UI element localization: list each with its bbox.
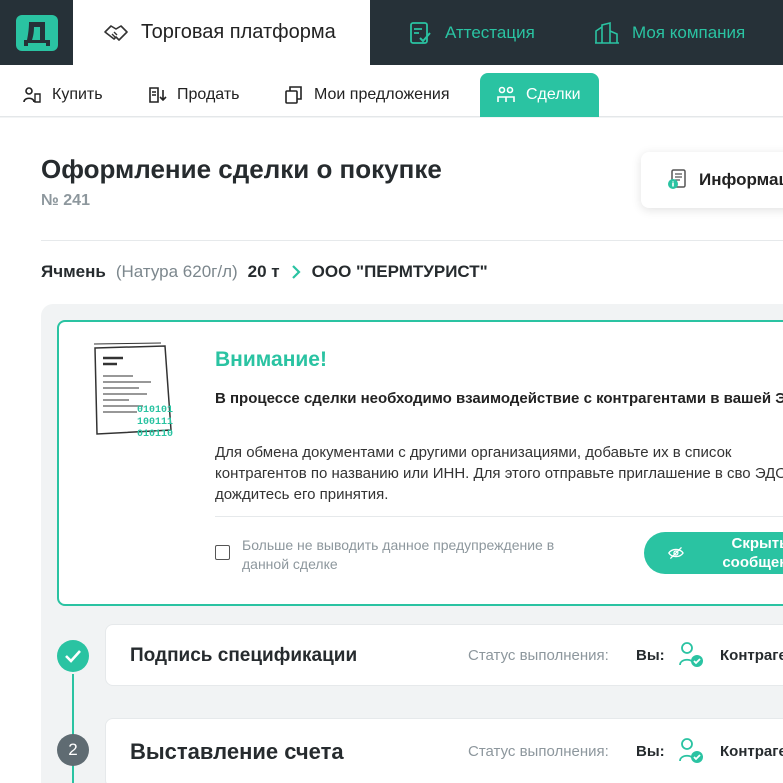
edo-warning-card: 010101 100111 010110 Внимание! В процесс…: [57, 320, 783, 606]
divider: [215, 516, 783, 517]
step-card[interactable]: Подпись спецификации Статус выполнения: …: [105, 624, 783, 686]
tab-label: Моя компания: [632, 22, 746, 42]
sell-icon: [149, 87, 167, 103]
step-number-badge: 2: [57, 734, 89, 766]
step-done-indicator: [57, 640, 89, 672]
step-title: Подпись спецификации: [130, 645, 358, 666]
user-check-icon: [679, 642, 703, 667]
product-spec: (Натура 620г/л): [115, 262, 238, 281]
app-logo[interactable]: [0, 0, 73, 65]
info-button-label: Информац: [699, 170, 783, 189]
document-illustration-icon: 010101 100111 010110: [93, 342, 173, 440]
dont-show-again-checkbox[interactable]: [215, 545, 230, 560]
binary-line: 010101: [137, 405, 173, 416]
deals-icon: [497, 86, 515, 102]
hide-button-label: Скрыть сообщени: [722, 535, 783, 571]
hide-message-button[interactable]: Скрыть сообщени: [644, 532, 783, 574]
logo-icon: [15, 14, 58, 51]
sub-navigation: Купить Продать Мои предложения: [0, 65, 783, 117]
deal-number: № 241: [41, 192, 90, 209]
tab-attestation[interactable]: Аттестация: [409, 0, 535, 65]
step-title: Выставление счета: [130, 739, 344, 764]
tab-my-company[interactable]: Моя компания: [594, 0, 745, 65]
checkmark-icon: [65, 650, 81, 663]
buildings-icon: [595, 21, 619, 44]
top-header: Торговая платформа Аттестация Моя компан…: [0, 0, 783, 65]
deal-panel: 010101 100111 010110 Внимание! В процесс…: [41, 304, 783, 783]
buy-icon: [23, 87, 41, 103]
step-status-label: Статус выполнения:: [468, 647, 609, 664]
step-counterparty-label: Контраге: [720, 647, 783, 664]
alert-description: Для обмена документами с другими организ…: [215, 444, 783, 503]
product-name: Ячмень: [41, 262, 106, 281]
step-connector: [72, 674, 74, 783]
chevron-right-icon: [291, 265, 301, 279]
dont-show-again-option[interactable]: Больше не выводить данное предупреждение…: [215, 536, 602, 574]
divider: [41, 240, 783, 241]
subnav-label: Продать: [177, 86, 240, 103]
page-title: Оформление сделки о покупке: [41, 154, 442, 184]
handshake-icon: [104, 24, 128, 41]
product-quantity: 20 т: [247, 262, 280, 281]
checklist-icon: [410, 21, 431, 44]
subnav-my-offers[interactable]: Мои предложения: [284, 73, 450, 117]
step-status-label: Статус выполнения:: [468, 743, 609, 760]
alert-bold-text: В процессе сделки необходимо взаимодейст…: [215, 390, 783, 407]
subnav-buy[interactable]: Купить: [22, 73, 103, 117]
document-info-icon: [668, 169, 686, 189]
subnav-label: Мои предложения: [314, 86, 450, 103]
subnav-deals[interactable]: Сделки: [480, 73, 599, 117]
step-you-label: Вы:: [636, 647, 665, 664]
alert-title: Внимание!: [215, 348, 327, 371]
subnav-sell[interactable]: Продать: [147, 73, 240, 117]
offers-icon: [285, 86, 302, 104]
tab-label: Торговая платформа: [141, 21, 336, 43]
tab-trading-platform[interactable]: Торговая платформа: [73, 0, 370, 65]
subnav-label: Купить: [52, 86, 103, 103]
info-button[interactable]: Информац: [641, 152, 783, 208]
binary-line: 010110: [137, 429, 173, 440]
counterparty-name[interactable]: ООО "ПЕРМТУРИСТ": [312, 262, 488, 282]
user-check-icon: [679, 738, 703, 763]
eye-off-icon: [668, 546, 684, 560]
checkbox-label: Больше не выводить данное предупреждение…: [242, 537, 555, 572]
main-content: Оформление сделки о покупке № 241 Информ…: [0, 118, 783, 783]
step-card[interactable]: Выставление счета Статус выполнения: Вы:…: [105, 718, 783, 783]
product-summary: Ячмень (Натура 620г/л) 20 т ООО "ПЕРМТУР…: [41, 260, 488, 284]
subnav-label: Сделки: [526, 86, 581, 103]
step-counterparty-label: Контраге: [720, 743, 783, 760]
step-you-label: Вы:: [636, 743, 665, 760]
binary-line: 100111: [137, 417, 173, 428]
tab-label: Аттестация: [445, 22, 535, 42]
